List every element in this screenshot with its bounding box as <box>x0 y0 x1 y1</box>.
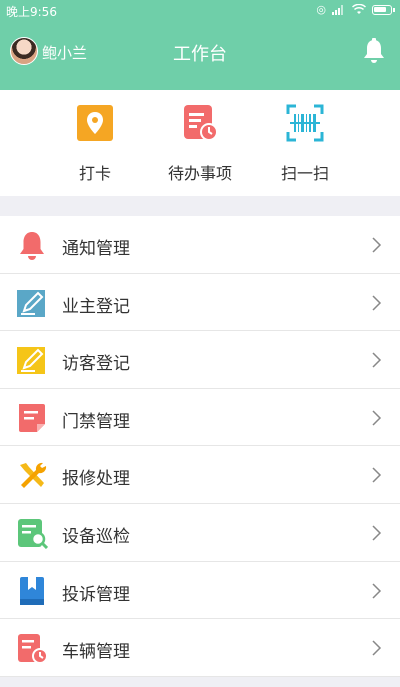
notification-bell-icon[interactable] <box>362 38 386 64</box>
menu-item-label: 门禁管理 <box>62 411 130 432</box>
barcode-scan-icon <box>286 104 324 142</box>
location-pin-icon <box>77 105 113 141</box>
menu-item-access-control[interactable]: 门禁管理 <box>0 389 400 447</box>
chevron-right-icon <box>372 410 382 426</box>
bell-icon <box>20 232 44 260</box>
document-icon <box>19 403 45 432</box>
chevron-right-icon <box>372 640 382 656</box>
status-icons: ◎ <box>316 3 395 16</box>
menu-item-vehicle-management[interactable]: 车辆管理 <box>0 619 400 677</box>
bookmark-book-icon <box>20 576 44 605</box>
menu-item-label: 业主登记 <box>62 296 130 317</box>
menu-item-equipment-inspection[interactable]: 设备巡检 <box>0 504 400 562</box>
wifi-icon <box>352 4 366 14</box>
battery-icon <box>372 4 395 15</box>
todo-list-icon <box>184 105 218 141</box>
alarm-icon: ◎ <box>316 3 326 16</box>
quick-action-label: 扫一扫 <box>280 164 329 183</box>
menu-item-label: 车辆管理 <box>62 642 130 663</box>
chevron-right-icon <box>372 467 382 483</box>
status-bar: 晚上9:56 ◎ <box>0 0 400 22</box>
chevron-right-icon <box>372 525 382 541</box>
chevron-right-icon <box>372 295 382 311</box>
page-title: 工作台 <box>173 44 227 65</box>
menu-item-label: 投诉管理 <box>62 584 130 605</box>
status-time: 晚上9:56 <box>6 5 57 19</box>
quick-action-clock-in[interactable]: 打卡 <box>45 104 145 184</box>
menu-item-label: 设备巡检 <box>62 526 130 547</box>
menu-item-complaint-management[interactable]: 投诉管理 <box>0 562 400 620</box>
top-bar: 晚上9:56 ◎ 鲍小兰 工作台 <box>0 0 400 90</box>
edit-document-icon <box>17 289 45 317</box>
chevron-right-icon <box>372 583 382 599</box>
menu-list: 通知管理 业主登记 访客登记 门禁管理 报修处理 设备巡检 投诉管理 车辆管理 <box>0 216 400 677</box>
document-clock-icon <box>18 634 48 665</box>
chevron-right-icon <box>372 352 382 368</box>
quick-action-todo[interactable]: 待办事项 <box>150 104 250 184</box>
quick-actions: 打卡 待办事项 扫一扫 <box>0 90 400 196</box>
menu-item-owner-registration[interactable]: 业主登记 <box>0 274 400 332</box>
quick-action-label: 打卡 <box>78 164 111 183</box>
menu-item-label: 报修处理 <box>62 469 130 490</box>
document-search-icon <box>18 518 48 549</box>
quick-action-label: 待办事项 <box>167 164 232 183</box>
quick-action-scan[interactable]: 扫一扫 <box>255 104 355 184</box>
chevron-right-icon <box>372 237 382 253</box>
signal-icon <box>332 4 343 15</box>
edit-document-icon <box>17 347 45 375</box>
menu-item-label: 通知管理 <box>62 239 130 259</box>
menu-item-repair-handling[interactable]: 报修处理 <box>0 446 400 504</box>
menu-item-visitor-registration[interactable]: 访客登记 <box>0 331 400 389</box>
menu-item-notification-management[interactable]: 通知管理 <box>0 216 400 274</box>
menu-item-label: 访客登记 <box>62 354 130 375</box>
wrench-screwdriver-icon <box>20 463 47 489</box>
